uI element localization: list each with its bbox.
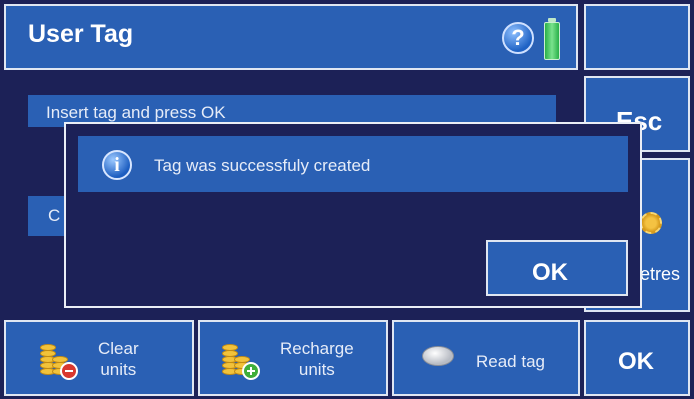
- second-row-text: C: [48, 206, 61, 225]
- recharge-units-label: Recharge units: [280, 339, 354, 379]
- dialog-ok-button[interactable]: OK: [486, 240, 628, 296]
- read-tag-button[interactable]: Read tag: [392, 320, 580, 396]
- title-bar: User Tag ?: [4, 4, 578, 70]
- coins-minus-icon: [38, 342, 78, 382]
- instruction-text: Insert tag and press OK: [46, 103, 226, 122]
- battery-icon: [544, 18, 560, 60]
- tag-icon: [422, 346, 454, 366]
- clear-units-label: Clear units: [98, 339, 139, 379]
- info-icon: i: [102, 150, 132, 180]
- clear-units-button[interactable]: Clear units: [4, 320, 194, 396]
- gear-icon: [640, 212, 662, 234]
- top-right-button[interactable]: [584, 4, 690, 70]
- recharge-units-button[interactable]: Recharge units: [198, 320, 388, 396]
- read-tag-label: Read tag: [476, 352, 545, 371]
- page-title: User Tag: [28, 20, 134, 48]
- user-tag-screen: User Tag ? Esc netres Insert tag and pre…: [0, 0, 694, 399]
- help-icon[interactable]: ?: [502, 22, 534, 54]
- success-dialog: i Tag was successfuly created OK: [64, 122, 642, 308]
- dialog-ok-label: OK: [532, 259, 568, 286]
- coins-plus-icon: [220, 342, 260, 382]
- ok-button[interactable]: OK: [584, 320, 690, 396]
- message-bar: i Tag was successfuly created: [78, 136, 628, 192]
- dialog-message: Tag was successfuly created: [154, 156, 371, 175]
- ok-label: OK: [618, 348, 654, 375]
